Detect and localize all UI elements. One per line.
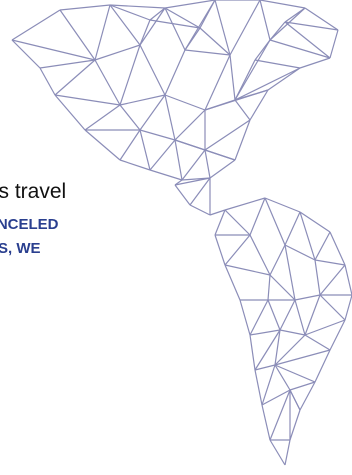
map-edge [184,27,201,51]
map-edge [94,4,111,61]
map-edge [164,49,186,96]
map-edge [54,94,86,131]
body-text-line: ss travel [0,180,67,203]
map-edge [199,27,231,56]
map-edge [234,99,251,121]
map-edge [214,0,231,56]
map-edge [119,104,141,131]
map-edge [344,264,352,296]
map-edge [229,54,236,101]
map-edge [149,169,183,181]
map-edge [344,294,352,321]
map-edge [139,7,166,46]
map-edge [304,7,339,31]
map-edge [279,299,296,331]
map-edge [184,49,231,56]
map-edge [289,409,301,441]
map-edge [269,39,331,59]
map-edge [94,59,121,106]
map-edge [11,9,61,41]
map-edge [274,364,316,383]
map-edge [54,94,121,106]
map-edge [39,67,56,96]
map-edge [267,299,281,331]
map-edge [204,54,231,111]
headline-line-2: PS, WE [0,240,41,257]
map-edge [174,109,206,141]
map-edge [164,94,176,141]
map-edge [189,204,211,216]
map-edge [269,439,286,466]
map-edge [319,264,346,296]
headline-line-1: ANCELED [0,216,59,233]
map-edge [139,44,166,96]
map-edge [319,294,346,321]
map-edge [11,39,41,69]
map-edge [181,149,206,181]
map-edge [199,0,216,29]
map-edge [289,389,301,411]
map-edge [267,274,271,301]
map-edge [59,4,111,11]
map-edge [294,294,321,301]
map-edge [259,0,306,9]
map-edge [314,259,346,266]
map-edge [164,0,216,9]
map-edge [204,119,251,151]
map-edge [329,29,339,59]
map-edge [94,44,141,61]
map-edge [269,389,291,441]
map-edge [149,139,176,171]
map-edge [229,0,261,56]
map-edge [254,39,271,61]
map-edge [294,299,306,336]
map-edge [259,0,271,41]
map-edge [234,119,251,161]
map-edge [139,129,176,141]
map-edge [254,369,263,406]
map-edge [314,259,321,296]
map-edge [119,44,141,106]
map-edge [267,67,301,91]
map-edge [304,334,331,351]
map-edge [284,7,306,23]
map-edge [249,329,281,336]
map-edge [304,294,321,336]
map-edge [249,299,269,336]
map-edge [299,57,331,69]
map-edge [174,139,183,181]
map-edge [269,21,286,41]
map-edge [224,264,241,301]
map-edge [274,329,281,366]
map-edge [239,299,251,336]
map-edge [249,334,256,371]
map-edge [279,329,306,336]
map-edge [84,104,121,131]
americas-polygon-map [11,0,352,466]
map-edge [261,404,271,441]
map-edge [209,159,236,179]
map-edge [139,129,151,171]
map-edge [119,129,141,161]
map-edge [234,59,256,101]
map-edge [84,129,121,161]
map-edge [224,264,271,276]
map-edge [284,439,291,466]
map-edge [119,159,151,171]
map-edge [314,349,331,383]
map-edge [164,94,206,111]
map-edge [204,149,211,179]
map-edge [254,59,301,69]
map-edge [204,89,269,111]
